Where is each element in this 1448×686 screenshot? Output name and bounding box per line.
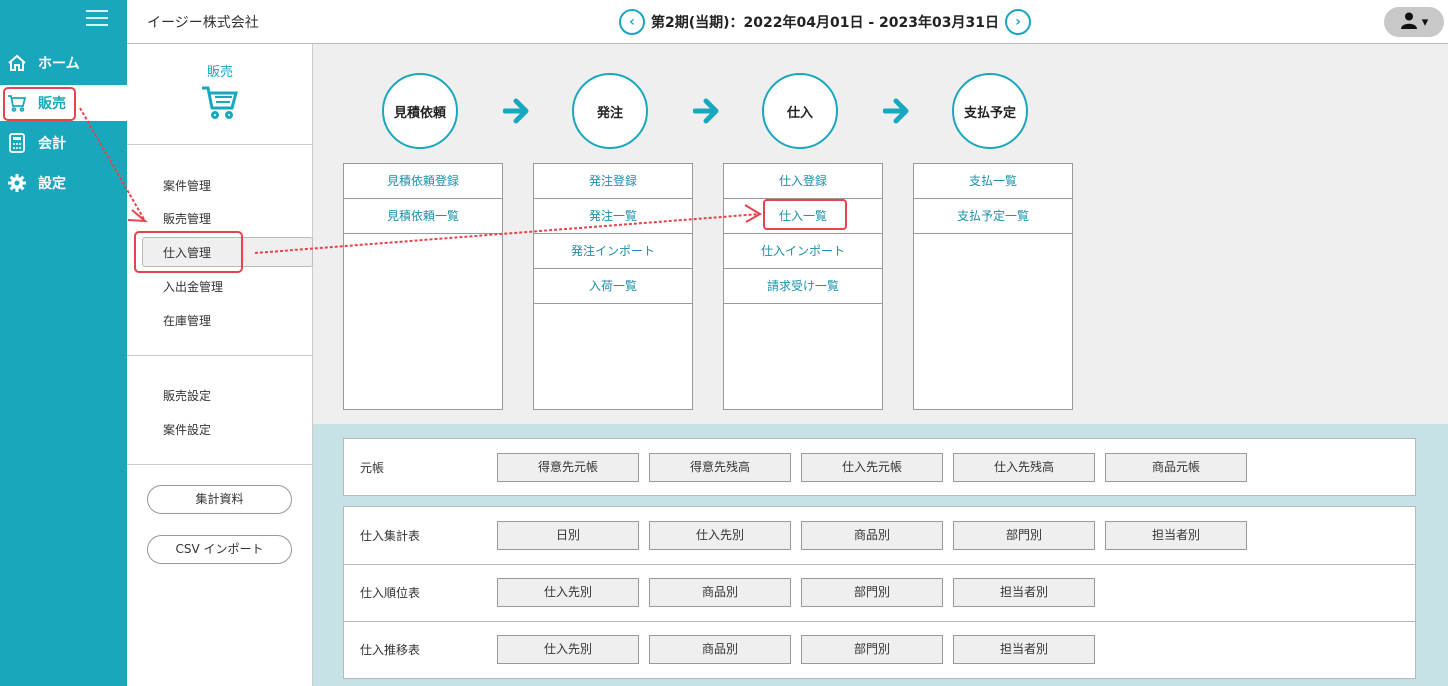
menu-item-payments[interactable]: 入出金管理 [163,278,223,295]
chevron-right-icon: › [1015,14,1021,30]
quote-links: 見積依頼登録 見積依頼一覧 [343,163,503,410]
row-label: 仕入順位表 [360,586,421,600]
menu-item-sales-settings[interactable]: 販売設定 [163,387,211,404]
report-button[interactable]: 担当者別 [1105,521,1247,550]
arrow-right-icon [883,98,909,124]
row-label: 仕入集計表 [360,529,421,543]
nav-item-settings[interactable]: 設定 [0,165,127,201]
report-button[interactable]: 仕入先別 [497,578,639,607]
link-quote-list[interactable]: 見積依頼一覧 [344,199,502,234]
home-icon [6,52,28,74]
divider [127,464,313,465]
period-selector: ‹ 第2期(当期)：2022年04月01日 - 2023年03月31日 › [619,9,1031,35]
arrow-right-icon [503,98,529,124]
arrow-right-icon [693,98,719,124]
menu-item-project-settings[interactable]: 案件設定 [163,421,211,438]
main-content: 見積依頼 発注 仕入 支払予定 見積依頼登録 見積依頼一覧 発注登録 発注一覧 … [313,44,1448,686]
link-purchase-import[interactable]: 仕入インポート [724,234,882,269]
flow-step-purchase: 仕入 [762,73,838,149]
top-header: イージー株式会社 ‹ 第2期(当期)：2022年04月01日 - 2023年03… [127,0,1448,44]
nav-item-home[interactable]: ホーム [0,45,127,81]
calculator-icon [6,132,28,154]
section-title: 販売 [206,65,233,80]
ledger-button[interactable]: 商品元帳 [1105,453,1247,482]
link-payment-schedule-list[interactable]: 支払予定一覧 [914,199,1072,234]
left-nav: ホーム 販売 会計 設定 [0,0,127,686]
report-button[interactable]: 仕入先別 [649,521,791,550]
summary-reports-button[interactable]: 集計資料 [147,485,292,514]
ledger-panel: 元帳 得意先元帳 得意先残高 仕入先元帳 仕入先残高 商品元帳 [343,438,1416,496]
caret-down-icon: ▾ [1421,14,1429,30]
reports-area: 元帳 得意先元帳 得意先残高 仕入先元帳 仕入先残高 商品元帳 仕入集計表 日別… [313,424,1448,686]
gear-icon [6,172,28,194]
nav-item-label: ホーム [38,56,80,72]
next-period-button[interactable]: › [1004,9,1031,35]
link-quote-register[interactable]: 見積依頼登録 [344,164,502,199]
link-arrival-list[interactable]: 入荷一覧 [534,269,692,304]
payment-links: 支払一覧 支払予定一覧 [913,163,1073,410]
nav-item-label: 会計 [38,136,66,152]
cart-icon [201,84,239,124]
report-button[interactable]: 担当者別 [953,635,1095,664]
link-payment-list[interactable]: 支払一覧 [914,164,1072,199]
company-name: イージー株式会社 [147,15,259,31]
sub-sidebar: 販売 案件管理 販売管理 仕入管理 入出金管理 在庫管理 販売設定 案件設定 集… [127,44,313,686]
purchase-reports-panel: 仕入集計表 日別 仕入先別 商品別 部門別 担当者別 仕入順位表 仕入先別 商品… [343,506,1416,679]
link-invoice-received-list[interactable]: 請求受け一覧 [724,269,882,304]
menu-item-sales-management[interactable]: 販売管理 [163,210,211,227]
link-order-register[interactable]: 発注登録 [534,164,692,199]
ledger-button[interactable]: 仕入先元帳 [801,453,943,482]
link-order-import[interactable]: 発注インポート [534,234,692,269]
link-purchase-list[interactable]: 仕入一覧 [724,199,882,234]
divider [127,355,313,356]
divider [127,144,313,145]
nav-item-accounting[interactable]: 会計 [0,125,127,161]
report-button[interactable]: 商品別 [801,521,943,550]
flow-step-quote-request: 見積依頼 [382,73,458,149]
hamburger-menu-icon[interactable] [86,10,108,28]
flow-step-order: 発注 [572,73,648,149]
csv-import-button[interactable]: CSV インポート [147,535,292,564]
chevron-left-icon: ‹ [629,14,635,30]
report-button[interactable]: 日別 [497,521,639,550]
period-text: 第2期(当期)：2022年04月01日 - 2023年03月31日 [651,15,999,31]
report-button[interactable]: 部門別 [801,578,943,607]
order-links: 発注登録 発注一覧 発注インポート 入荷一覧 [533,163,693,410]
menu-item-inventory[interactable]: 在庫管理 [163,312,211,329]
user-icon [1400,11,1418,33]
link-purchase-register[interactable]: 仕入登録 [724,164,882,199]
link-order-list[interactable]: 発注一覧 [534,199,692,234]
purchase-links: 仕入登録 仕入一覧 仕入インポート 請求受け一覧 [723,163,883,410]
report-button[interactable]: 部門別 [801,635,943,664]
report-button[interactable]: 部門別 [953,521,1095,550]
cart-icon [6,92,28,114]
ledger-button[interactable]: 得意先元帳 [497,453,639,482]
ledger-button[interactable]: 得意先残高 [649,453,791,482]
prev-period-button[interactable]: ‹ [619,9,645,35]
row-label: 元帳 [360,461,385,475]
report-button[interactable]: 商品別 [649,578,791,607]
user-menu-button[interactable]: ▾ [1384,7,1444,37]
nav-item-label: 設定 [38,176,66,192]
menu-item-projects[interactable]: 案件管理 [163,177,211,194]
report-button[interactable]: 商品別 [649,635,791,664]
nav-item-label: 販売 [38,96,66,112]
row-label: 仕入推移表 [360,643,421,657]
nav-item-sales[interactable]: 販売 [0,85,127,121]
report-button[interactable]: 担当者別 [953,578,1095,607]
flow-step-payment-schedule: 支払予定 [952,73,1028,149]
report-button[interactable]: 仕入先別 [497,635,639,664]
menu-item-purchase-management[interactable]: 仕入管理 [163,244,211,261]
ledger-button[interactable]: 仕入先残高 [953,453,1095,482]
